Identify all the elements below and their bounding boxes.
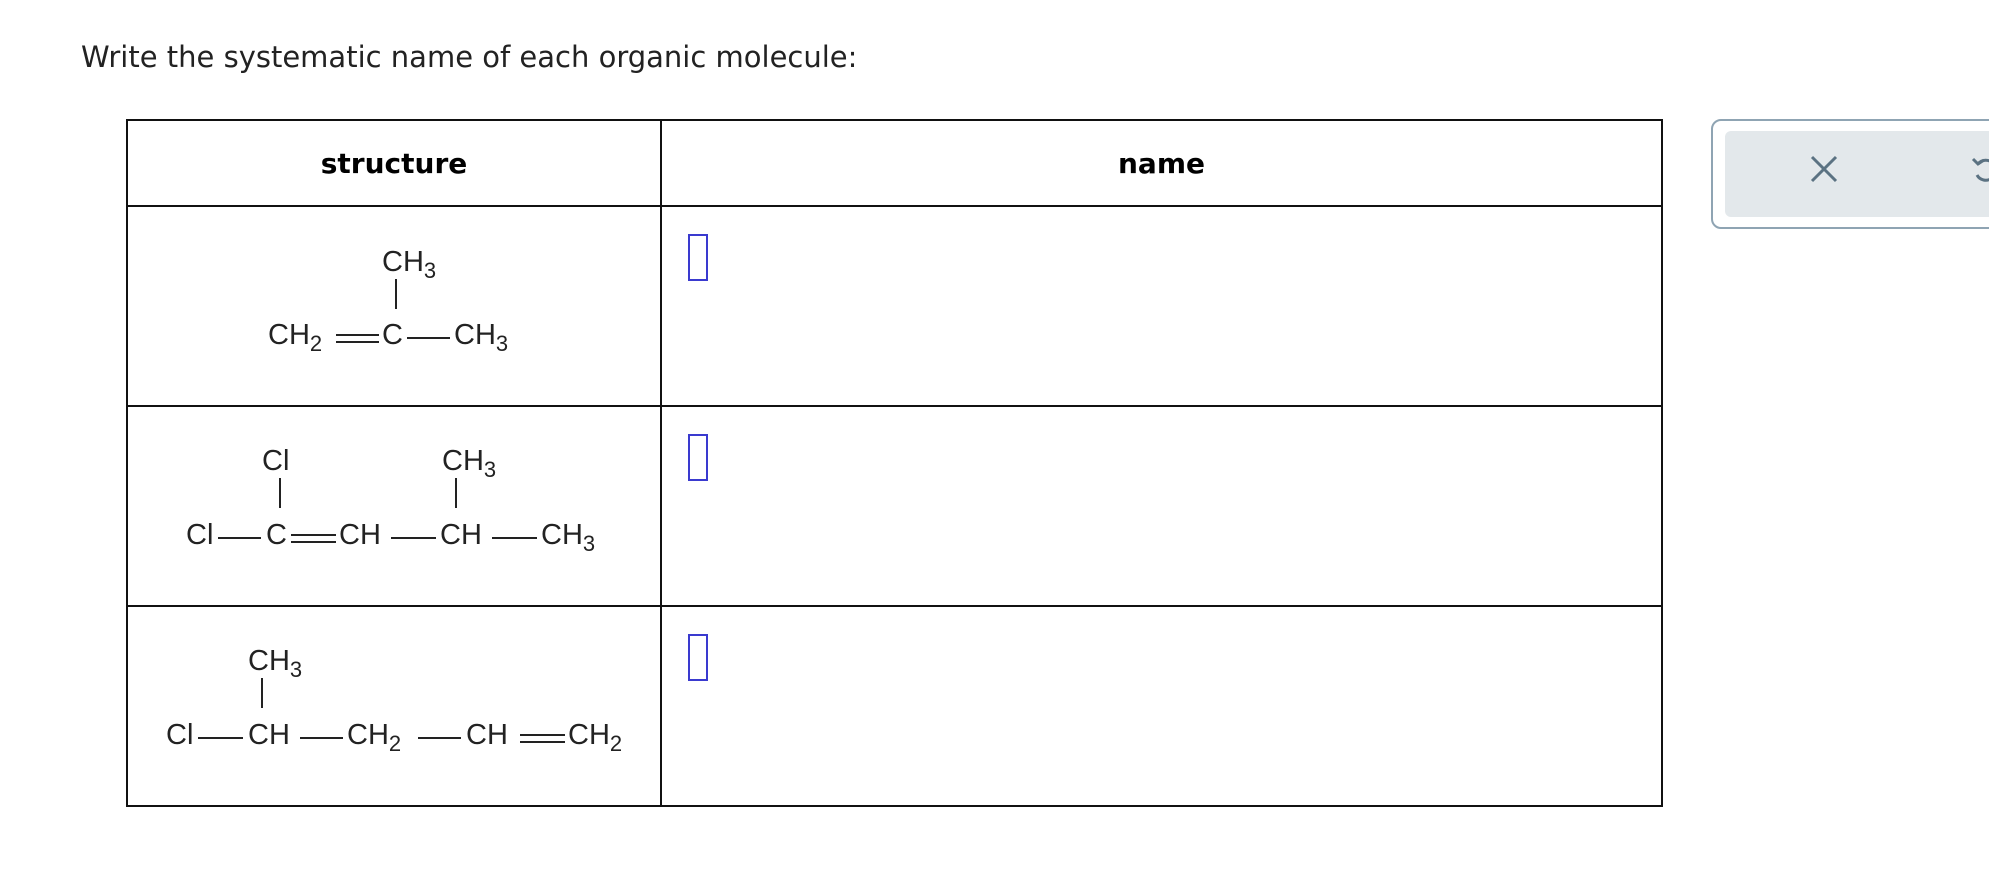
- answer-table: structure name CH3 CH2 C CH3 Cl CH3 Cl C…: [126, 119, 1663, 807]
- atom-label: Cl: [166, 719, 193, 751]
- table-row: CH3 Cl CH CH2 CH CH2: [126, 605, 1663, 807]
- clear-button[interactable]: [1808, 153, 1840, 190]
- name-cell: [660, 605, 1663, 807]
- question-prompt: Write the systematic name of each organi…: [81, 40, 858, 74]
- atom-label: Cl: [186, 519, 213, 551]
- atom-label: Cl: [262, 445, 289, 477]
- atom-label: CH3: [454, 319, 508, 356]
- structure-cell: CH3 Cl CH CH2 CH CH2: [126, 605, 662, 807]
- atom-label: CH2: [347, 719, 401, 756]
- atom-label: C: [382, 319, 403, 351]
- atom-label: CH: [466, 719, 508, 751]
- name-cell: [660, 405, 1663, 607]
- atom-label: CH3: [382, 246, 436, 283]
- atom-label: CH3: [442, 445, 496, 482]
- structure-column-header: structure: [126, 119, 662, 207]
- atom-label: C: [266, 519, 287, 551]
- name-answer-input[interactable]: [688, 634, 708, 681]
- molecule-structure-3: CH3 Cl CH CH2 CH CH2: [166, 645, 622, 756]
- atom-label: CH2: [568, 719, 622, 756]
- structure-cell: CH3 CH2 C CH3: [126, 205, 662, 407]
- atom-label: CH3: [541, 519, 595, 556]
- table-row: Cl CH3 Cl C CH CH CH3: [126, 405, 1663, 607]
- molecule-structure-1: CH3 CH2 C CH3: [268, 246, 508, 356]
- answer-toolbox: [1711, 119, 1989, 229]
- undo-button[interactable]: [1969, 153, 1989, 192]
- atom-label: CH: [440, 519, 482, 551]
- atom-label: CH: [248, 719, 290, 751]
- atom-label: CH3: [248, 645, 302, 682]
- table-header-row: structure name: [126, 119, 1663, 207]
- structure-cell: Cl CH3 Cl C CH CH CH3: [126, 405, 662, 607]
- name-column-header: name: [660, 119, 1663, 207]
- toolbox-panel: [1725, 131, 1989, 217]
- molecule-structure-2: Cl CH3 Cl C CH CH CH3: [186, 445, 595, 556]
- name-answer-input[interactable]: [688, 234, 708, 281]
- x-icon: [1810, 155, 1838, 183]
- name-cell: [660, 205, 1663, 407]
- undo-icon: [1971, 157, 1989, 182]
- atom-label: CH: [339, 519, 381, 551]
- table-row: CH3 CH2 C CH3: [126, 205, 1663, 407]
- atom-label: CH2: [268, 319, 322, 356]
- name-answer-input[interactable]: [688, 434, 708, 481]
